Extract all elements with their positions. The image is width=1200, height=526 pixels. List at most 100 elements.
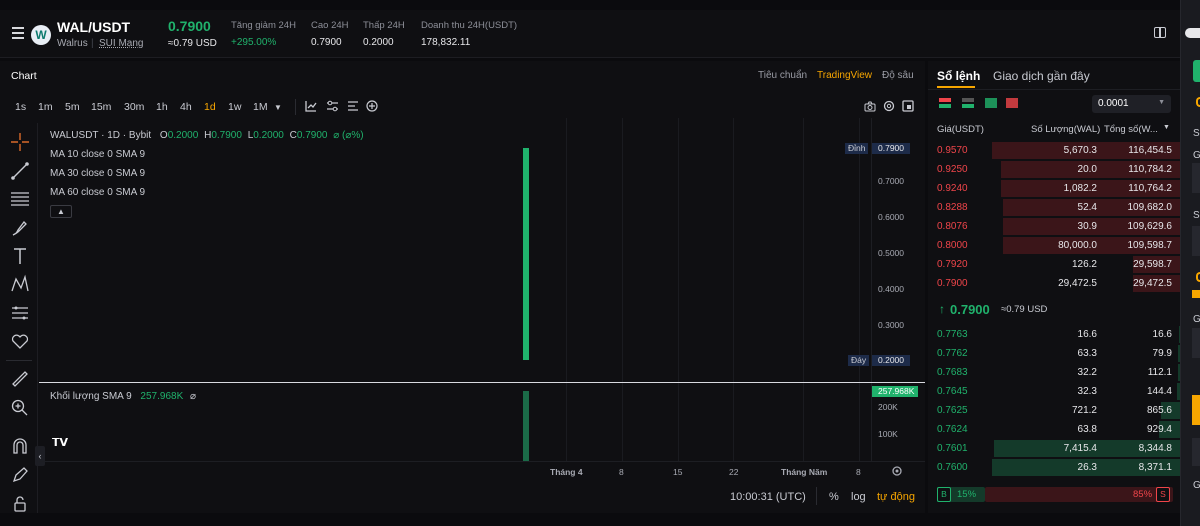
measure-lines-icon[interactable] — [10, 303, 30, 323]
ma-60-line[interactable]: MA 60 close 0 SMA 9 — [50, 187, 145, 198]
tab-orderbook[interactable]: Sổ lệnh — [937, 69, 980, 83]
brush-icon[interactable] — [10, 218, 30, 238]
ask-price[interactable]: 0.8000 — [937, 240, 968, 251]
edge-input[interactable] — [1192, 226, 1200, 256]
pair-title[interactable]: WAL/USDT — [57, 19, 130, 35]
edge-input[interactable] — [1192, 163, 1200, 193]
bid-row[interactable]: 0.7601 7,415.4 8,344.8 — [932, 439, 1180, 458]
bid-price[interactable]: 0.7762 — [937, 348, 968, 359]
ask-price[interactable]: 0.7900 — [937, 278, 968, 289]
edge-input[interactable] — [1192, 438, 1200, 466]
edge-submit-button[interactable] — [1192, 395, 1200, 425]
tf-1w[interactable]: 1w — [228, 101, 241, 113]
edge-slider[interactable] — [1192, 290, 1200, 298]
bid-row[interactable]: 0.7624 63.8 929.4 — [932, 420, 1180, 439]
bid-row[interactable]: 0.7763 16.6 16.6 — [932, 325, 1180, 344]
col-header-total[interactable]: Tổng số(W... — [1104, 124, 1158, 135]
tf-15m[interactable]: 15m — [91, 101, 111, 113]
tf-4h[interactable]: 4h — [180, 101, 192, 113]
indicators-icon[interactable] — [305, 100, 317, 112]
settings-gear-icon[interactable] — [883, 100, 895, 112]
log-scale-toggle[interactable]: log — [851, 491, 866, 503]
bid-row[interactable]: 0.7683 32.2 112.1 — [932, 363, 1180, 382]
tf-1s[interactable]: 1s — [15, 101, 26, 113]
utc-time[interactable]: 10:00:31 (UTC) — [730, 491, 806, 503]
text-tool-icon[interactable] — [10, 246, 30, 266]
edge-toggle[interactable] — [1185, 28, 1200, 38]
edge-input[interactable] — [1192, 328, 1200, 358]
ask-price[interactable]: 0.8288 — [937, 202, 968, 213]
precision-select[interactable]: 0.0001 ▼ — [1092, 95, 1171, 113]
ask-price[interactable]: 0.9250 — [937, 164, 968, 175]
tf-5m[interactable]: 5m — [65, 101, 80, 113]
view-bids-icon[interactable] — [962, 98, 974, 108]
percent-scale-toggle[interactable]: % — [829, 491, 839, 503]
chart-settings-sliders-icon[interactable] — [326, 100, 339, 112]
ask-qty: 80,000.0 — [1058, 240, 1097, 251]
favorites-heart-icon[interactable] — [10, 331, 30, 351]
magnet-icon[interactable] — [10, 436, 30, 456]
ask-row[interactable]: 0.9240 1,082.2 110,764.2 — [932, 179, 1180, 198]
ruler-icon[interactable] — [10, 369, 30, 389]
tf-dropdown-chevron-down-icon[interactable]: ▼ — [274, 103, 282, 112]
trend-line-icon[interactable] — [10, 161, 30, 181]
ask-row[interactable]: 0.7920 126.2 29,598.7 — [932, 255, 1180, 274]
bid-row[interactable]: 0.7762 63.3 79.9 — [932, 344, 1180, 363]
bid-price[interactable]: 0.7624 — [937, 424, 968, 435]
bid-price[interactable]: 0.7601 — [937, 443, 968, 454]
ask-row[interactable]: 0.7900 29,472.5 29,472.5 — [932, 274, 1180, 293]
ask-price[interactable]: 0.7920 — [937, 259, 968, 270]
collapse-legend-chevron-up-icon[interactable]: ▲ — [50, 205, 72, 218]
bid-price[interactable]: 0.7645 — [937, 386, 968, 397]
menu-icon[interactable] — [12, 27, 24, 39]
view-both-icon[interactable] — [939, 98, 951, 108]
tf-1h[interactable]: 1h — [156, 101, 168, 113]
view-standard[interactable]: Tiêu chuẩn — [758, 70, 807, 81]
ask-price[interactable]: 0.8076 — [937, 221, 968, 232]
crosshair-icon[interactable] — [10, 132, 30, 152]
bid-row[interactable]: 0.7600 26.3 8,371.1 — [932, 458, 1180, 477]
view-depth[interactable]: Độ sâu — [882, 70, 914, 81]
add-plus-circle-icon[interactable] — [366, 100, 378, 112]
ma-10-line[interactable]: MA 10 close 0 SMA 9 — [50, 149, 145, 160]
ask-price[interactable]: 0.9570 — [937, 145, 968, 156]
compare-lines-icon[interactable] — [347, 100, 359, 112]
lock-drawing-pencil-icon[interactable] — [10, 465, 30, 485]
pane-separator[interactable] — [39, 382, 925, 383]
ask-row[interactable]: 0.8076 30.9 109,629.6 — [932, 217, 1180, 236]
tab-recent-trades[interactable]: Giao dịch gần đây — [993, 69, 1090, 83]
fib-lines-icon[interactable] — [10, 189, 30, 209]
view-asks-only-icon[interactable] — [985, 98, 997, 108]
tf-30m[interactable]: 30m — [124, 101, 144, 113]
tf-1M[interactable]: 1M — [253, 101, 268, 113]
ask-row[interactable]: 0.9250 20.0 110,784.2 — [932, 160, 1180, 179]
axis-settings-gear-icon[interactable] — [891, 465, 903, 477]
bid-row[interactable]: 0.7625 721.2 865.6 — [932, 401, 1180, 420]
zoom-in-icon[interactable] — [10, 398, 30, 418]
unlock-icon[interactable] — [10, 494, 30, 514]
bid-price[interactable]: 0.7625 — [937, 405, 968, 416]
view-tradingview[interactable]: TradingView — [817, 70, 872, 81]
bid-price[interactable]: 0.7683 — [937, 367, 968, 378]
bid-price[interactable]: 0.7600 — [937, 462, 968, 473]
edge-slider-knob-icon[interactable] — [1196, 272, 1200, 282]
ask-row[interactable]: 0.8000 80,000.0 109,598.7 — [932, 236, 1180, 255]
fullscreen-icon[interactable] — [902, 100, 914, 112]
pattern-icon[interactable] — [10, 274, 30, 294]
total-unit-chevron-down-icon[interactable]: ▼ — [1163, 124, 1170, 131]
bid-price[interactable]: 0.7763 — [937, 329, 968, 340]
ask-row[interactable]: 0.9570 5,670.3 116,454.5 — [932, 141, 1180, 160]
ask-row[interactable]: 0.8288 52.4 109,682.0 — [932, 198, 1180, 217]
bid-row[interactable]: 0.7645 32.3 144.4 — [932, 382, 1180, 401]
layout-toggle-icon[interactable] — [1154, 27, 1166, 38]
network-label[interactable]: SUI Mạng — [99, 38, 143, 49]
tf-1d[interactable]: 1d — [204, 101, 216, 113]
tf-1m[interactable]: 1m — [38, 101, 53, 113]
view-sells-only-icon[interactable] — [1006, 98, 1018, 108]
edge-buy-button[interactable] — [1193, 60, 1200, 82]
camera-icon[interactable] — [864, 101, 876, 112]
auto-scale-toggle[interactable]: tự động — [877, 491, 915, 503]
ma-30-line[interactable]: MA 30 close 0 SMA 9 — [50, 168, 145, 179]
ask-qty: 52.4 — [1077, 202, 1097, 213]
ask-price[interactable]: 0.9240 — [937, 183, 968, 194]
